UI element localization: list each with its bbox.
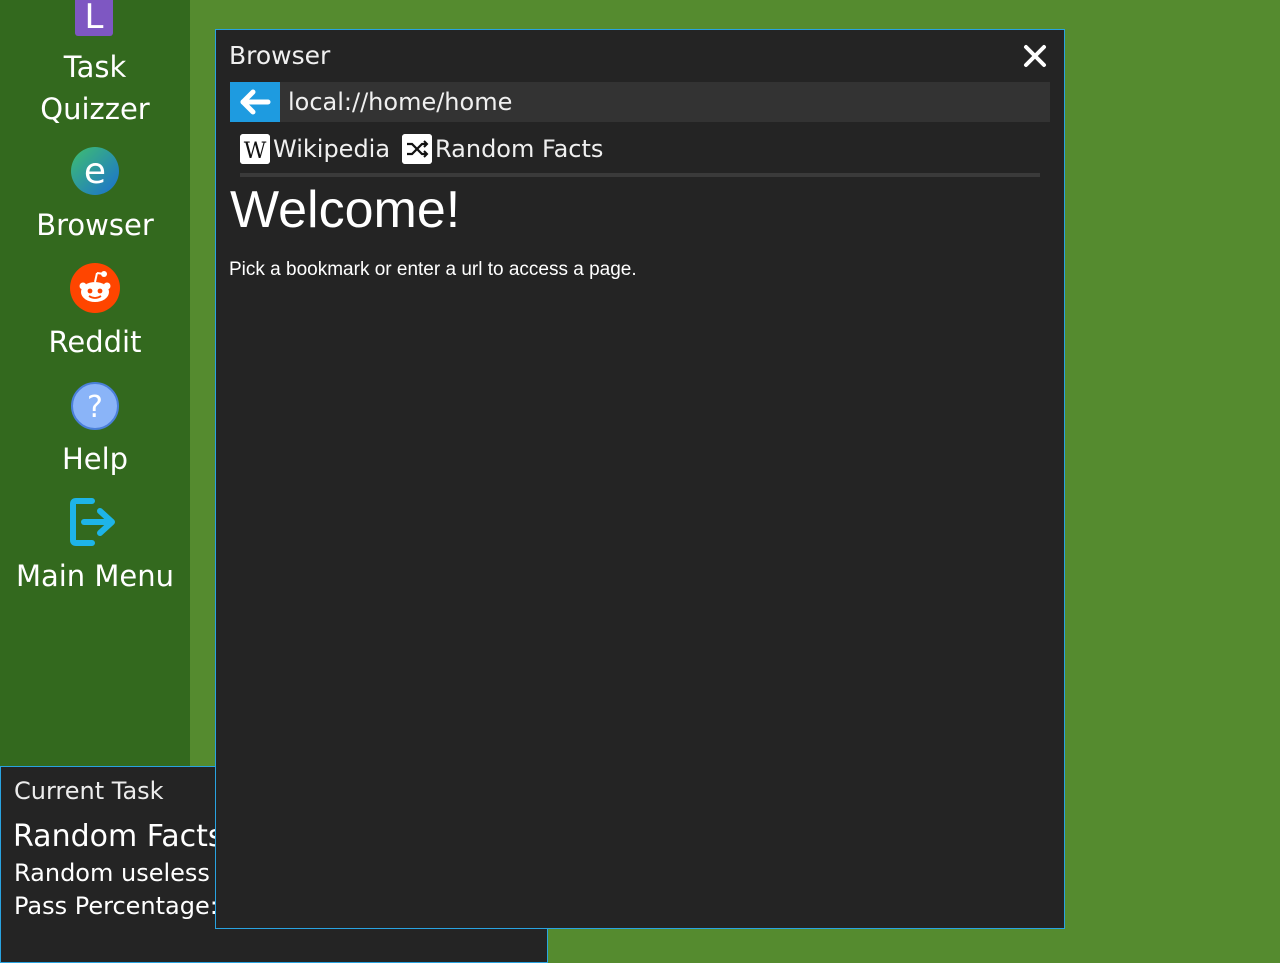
current-task-heading: Current Task bbox=[14, 777, 164, 805]
reddit-icon bbox=[70, 263, 120, 313]
task-name: Random Facts bbox=[13, 819, 224, 854]
exit-icon bbox=[70, 498, 115, 546]
app-label-main-menu: Main Menu bbox=[15, 559, 175, 593]
app-reddit[interactable]: Reddit bbox=[0, 258, 190, 368]
address-bar bbox=[230, 82, 1050, 122]
browser-icon: e bbox=[71, 147, 119, 195]
bookmark-label-wikipedia: Wikipedia bbox=[273, 135, 391, 163]
bookmark-wikipedia[interactable]: W Wikipedia bbox=[240, 132, 390, 164]
page-text: Pick a bookmark or enter a url to access… bbox=[229, 259, 637, 280]
help-icon-glyph: ? bbox=[87, 390, 103, 425]
page-heading: Welcome! bbox=[230, 181, 461, 239]
window-title: Browser bbox=[229, 41, 331, 70]
app-label-browser: Browser bbox=[36, 208, 154, 242]
wikipedia-icon-letter: W bbox=[244, 139, 267, 164]
app-label-help: Help bbox=[61, 442, 129, 476]
url-input[interactable] bbox=[280, 82, 1050, 122]
app-label-reddit: Reddit bbox=[48, 325, 142, 359]
browser-icon-letter: e bbox=[84, 151, 106, 192]
app-main-menu[interactable]: Main Menu bbox=[0, 492, 190, 602]
task-description: Random useless fa bbox=[14, 859, 241, 887]
quizzer-icon: L bbox=[75, 0, 113, 36]
app-label-task-quizzer: Task Quizzer bbox=[40, 50, 150, 126]
bookmark-random-facts[interactable]: Random Facts bbox=[402, 132, 604, 164]
app-task-quizzer[interactable]: L Task Quizzer bbox=[0, 0, 190, 130]
back-button[interactable] bbox=[230, 82, 280, 122]
help-icon: ? bbox=[71, 382, 119, 430]
close-icon[interactable] bbox=[1021, 42, 1049, 70]
app-help[interactable]: ? Help bbox=[0, 376, 190, 486]
browser-window: Browser W Wikipedia Random Facts bbox=[215, 29, 1065, 929]
bookmark-label-random-facts: Random Facts bbox=[435, 135, 604, 163]
app-browser[interactable]: e Browser bbox=[0, 140, 190, 250]
shuffle-icon bbox=[402, 134, 432, 164]
arrow-left-icon bbox=[240, 89, 271, 115]
quizzer-icon-letter: L bbox=[85, 0, 104, 36]
task-pass-percentage: Pass Percentage: 7 bbox=[14, 892, 241, 920]
bookmark-divider bbox=[240, 173, 1040, 177]
wikipedia-icon: W bbox=[240, 134, 270, 164]
